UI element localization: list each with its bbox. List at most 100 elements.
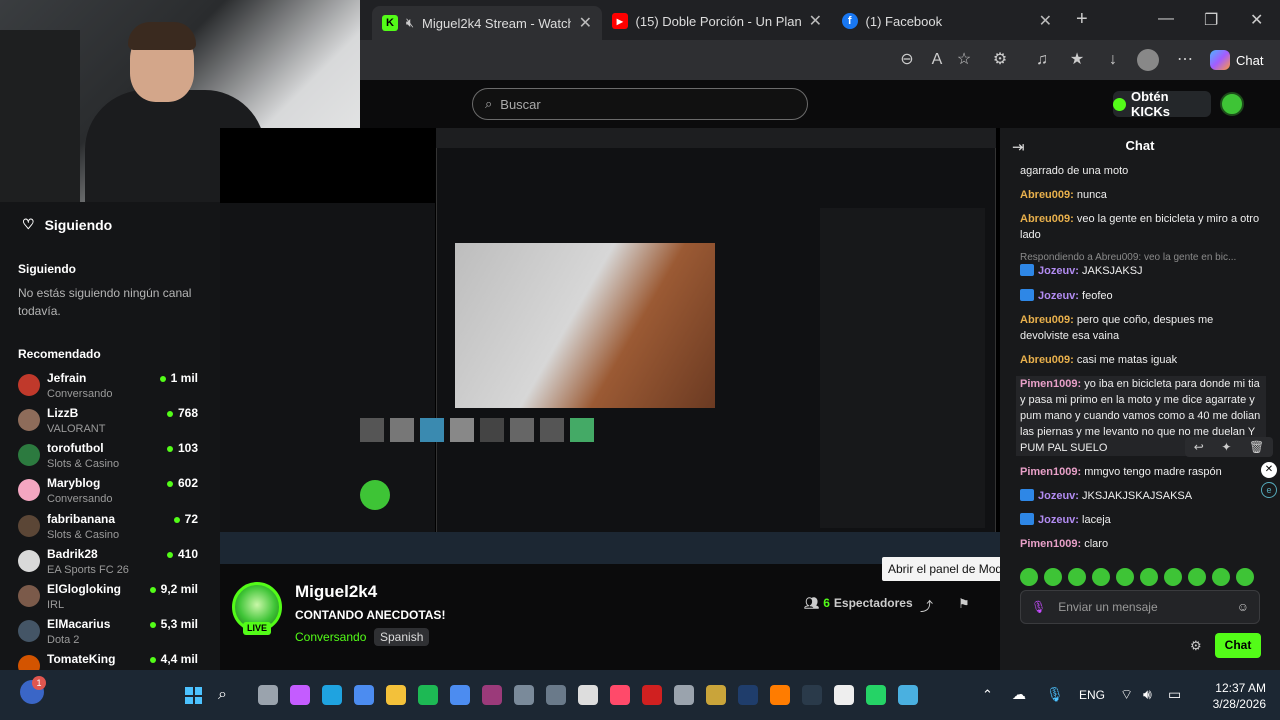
reply-icon[interactable]: ↩ xyxy=(1194,440,1204,454)
sidebar-channel[interactable]: torofutbol Slots & Casino 103 xyxy=(18,441,198,475)
downloads-icon[interactable]: ↓ xyxy=(1101,48,1125,72)
chat-username[interactable]: Jozeuv xyxy=(1038,514,1075,526)
chat-input[interactable]: 🎙︎ Enviar un mensaje ☺ xyxy=(1020,590,1260,624)
collapse-chat-icon[interactable]: ⇥ xyxy=(1012,138,1025,156)
browser-essentials-icon[interactable]: ♫ xyxy=(1030,48,1054,72)
video-player[interactable] xyxy=(220,128,1000,564)
sidebar-channel[interactable]: Badrik28 EA Sports FC 26 410 xyxy=(18,547,198,581)
chat-username[interactable]: Jozeuv xyxy=(1038,290,1075,302)
pin-icon[interactable]: ✦ xyxy=(1221,440,1231,454)
new-tab-icon[interactable]: + xyxy=(1076,8,1088,31)
app-icon[interactable] xyxy=(546,685,566,705)
close-tab-icon[interactable]: ✕ xyxy=(1039,11,1052,31)
favorite-star-icon[interactable]: ☆ xyxy=(952,48,976,72)
chat-username[interactable]: Abreu009 xyxy=(1020,314,1070,326)
zoom-icon[interactable]: ⊖ xyxy=(895,48,919,72)
sidebar-channel[interactable]: LizzB VALORANT 768 xyxy=(18,406,198,440)
taskbar-search-icon[interactable]: ⌕ xyxy=(218,686,227,704)
chat-message[interactable]: Jozeuv: JKSJAKJSKAJSAKSA xyxy=(1020,488,1262,504)
read-aloud-icon[interactable]: A xyxy=(925,48,949,72)
extension-icon[interactable]: e xyxy=(1261,482,1277,498)
chat-message[interactable]: Abreu009: nunca xyxy=(1020,187,1262,203)
whatsapp-icon[interactable] xyxy=(866,685,886,705)
chat-username[interactable]: Jozeuv xyxy=(1038,490,1075,502)
chat-message[interactable]: Abreu009: pero que coño, despues me devo… xyxy=(1020,312,1262,344)
photoshop-icon[interactable] xyxy=(738,685,758,705)
moderation-icon[interactable]: ⚑ xyxy=(958,596,970,612)
favorites-icon[interactable]: ★ xyxy=(1065,48,1089,72)
close-tab-icon[interactable]: ✕ xyxy=(809,11,822,31)
sidebar-channel[interactable]: Jefrain Conversando 1 mil xyxy=(18,371,198,405)
sidebar-channel[interactable]: ElGlogloking IRL 9,2 mil xyxy=(18,582,198,616)
get-kicks-button[interactable]: Obtén KICKs xyxy=(1113,89,1211,119)
minimize-icon[interactable]: — xyxy=(1158,10,1174,28)
emote-icon[interactable] xyxy=(1116,568,1134,586)
chat-username[interactable]: Pimen1009 xyxy=(1020,378,1077,390)
chat-username[interactable]: Abreu009 xyxy=(1020,213,1070,225)
task-view-icon[interactable] xyxy=(258,685,278,705)
chat-username[interactable]: Pimen1009 xyxy=(1020,466,1077,478)
chat-message[interactable]: Jozeuv: laceja xyxy=(1020,512,1262,528)
notes-icon[interactable] xyxy=(578,685,598,705)
language-tag[interactable]: Spanish xyxy=(374,628,430,646)
chat-settings-icon[interactable]: ⚙ xyxy=(1190,638,1202,654)
illustrator-icon[interactable] xyxy=(770,685,790,705)
user-avatar[interactable] xyxy=(1220,92,1244,116)
chat-username[interactable]: Abreu009 xyxy=(1020,354,1070,366)
volume-icon[interactable]: 🔊︎ xyxy=(1143,686,1152,703)
show-hidden-icons[interactable]: ⌃ xyxy=(982,687,993,703)
tab-facebook[interactable]: f (1) Facebook ✕ xyxy=(832,6,1062,36)
channel-name[interactable]: Miguel2k4 xyxy=(295,582,377,602)
chat-message[interactable]: Pimen1009: mmgvo tengo madre raspón xyxy=(1020,464,1262,480)
tab-kick[interactable]: K 🔇︎ Miguel2k4 Stream - Watch L ✕ xyxy=(372,6,602,40)
close-overlay-icon[interactable]: ✕ xyxy=(1261,462,1277,478)
emote-icon[interactable] xyxy=(1236,568,1254,586)
send-chat-button[interactable]: Chat xyxy=(1215,633,1261,658)
steam-icon[interactable] xyxy=(802,685,822,705)
chat-username[interactable]: Jozeuv xyxy=(1038,265,1075,277)
emote-icon[interactable] xyxy=(1188,568,1206,586)
security-icon[interactable] xyxy=(450,685,470,705)
emote-icon[interactable] xyxy=(1044,568,1062,586)
clock[interactable]: 12:37 AM 3/28/2026 xyxy=(1200,680,1266,712)
close-tab-icon[interactable]: ✕ xyxy=(579,13,592,33)
spotify-icon[interactable] xyxy=(418,685,438,705)
chat-message[interactable]: Pimen1009: claro xyxy=(1020,536,1262,552)
microphone-icon[interactable]: 🎙︎ xyxy=(1031,600,1046,614)
emoji-icon[interactable]: ☺ xyxy=(1237,600,1249,614)
copilot-button[interactable]: Chat xyxy=(1210,48,1263,72)
chat-message[interactable]: Abreu009: casi me matas iguak xyxy=(1020,352,1262,368)
store-icon[interactable] xyxy=(354,685,374,705)
emote-icon[interactable] xyxy=(1068,568,1086,586)
file-explorer-icon[interactable] xyxy=(386,685,406,705)
profile-avatar-icon[interactable] xyxy=(1137,49,1159,71)
emote-icon[interactable] xyxy=(1212,568,1230,586)
search-input[interactable]: ⌕ Buscar xyxy=(472,88,808,120)
delete-icon[interactable]: 🗑︎ xyxy=(1249,440,1264,454)
extensions-icon[interactable]: ⚙ xyxy=(988,48,1012,72)
app-icon[interactable] xyxy=(834,685,854,705)
sidebar-channel[interactable]: Maryblog Conversando 602 xyxy=(18,476,198,510)
mute-icon[interactable]: 🔇︎ xyxy=(406,15,414,31)
emote-icon[interactable] xyxy=(1092,568,1110,586)
chat-message[interactable]: agarrado de una moto xyxy=(1020,163,1262,179)
calculator-icon[interactable] xyxy=(674,685,694,705)
input-language[interactable]: ENG xyxy=(1079,688,1105,702)
mic-tray-icon[interactable]: 🎙︎ xyxy=(1046,686,1064,703)
tab-youtube[interactable]: ▶ (15) Doble Porción - Un Plan Pal ✕ xyxy=(602,6,832,36)
stream-category[interactable]: Conversando xyxy=(295,630,366,644)
emote-icon[interactable] xyxy=(1140,568,1158,586)
app-icon[interactable] xyxy=(898,685,918,705)
emote-icon[interactable] xyxy=(1164,568,1182,586)
sidebar-channel[interactable]: ElMacarius Dota 2 5,3 mil xyxy=(18,617,198,651)
chat-message[interactable]: Jozeuv: feofeo xyxy=(1020,288,1262,304)
app-icon[interactable] xyxy=(482,685,502,705)
onedrive-icon[interactable]: ☁ xyxy=(1012,686,1026,703)
app-icon[interactable] xyxy=(514,685,534,705)
emote-icon[interactable] xyxy=(1020,568,1038,586)
app-icon[interactable] xyxy=(706,685,726,705)
chat-username[interactable]: Abreu009 xyxy=(1020,189,1070,201)
close-window-icon[interactable]: ✕ xyxy=(1250,10,1263,30)
app-icon[interactable] xyxy=(642,685,662,705)
music-icon[interactable] xyxy=(610,685,630,705)
